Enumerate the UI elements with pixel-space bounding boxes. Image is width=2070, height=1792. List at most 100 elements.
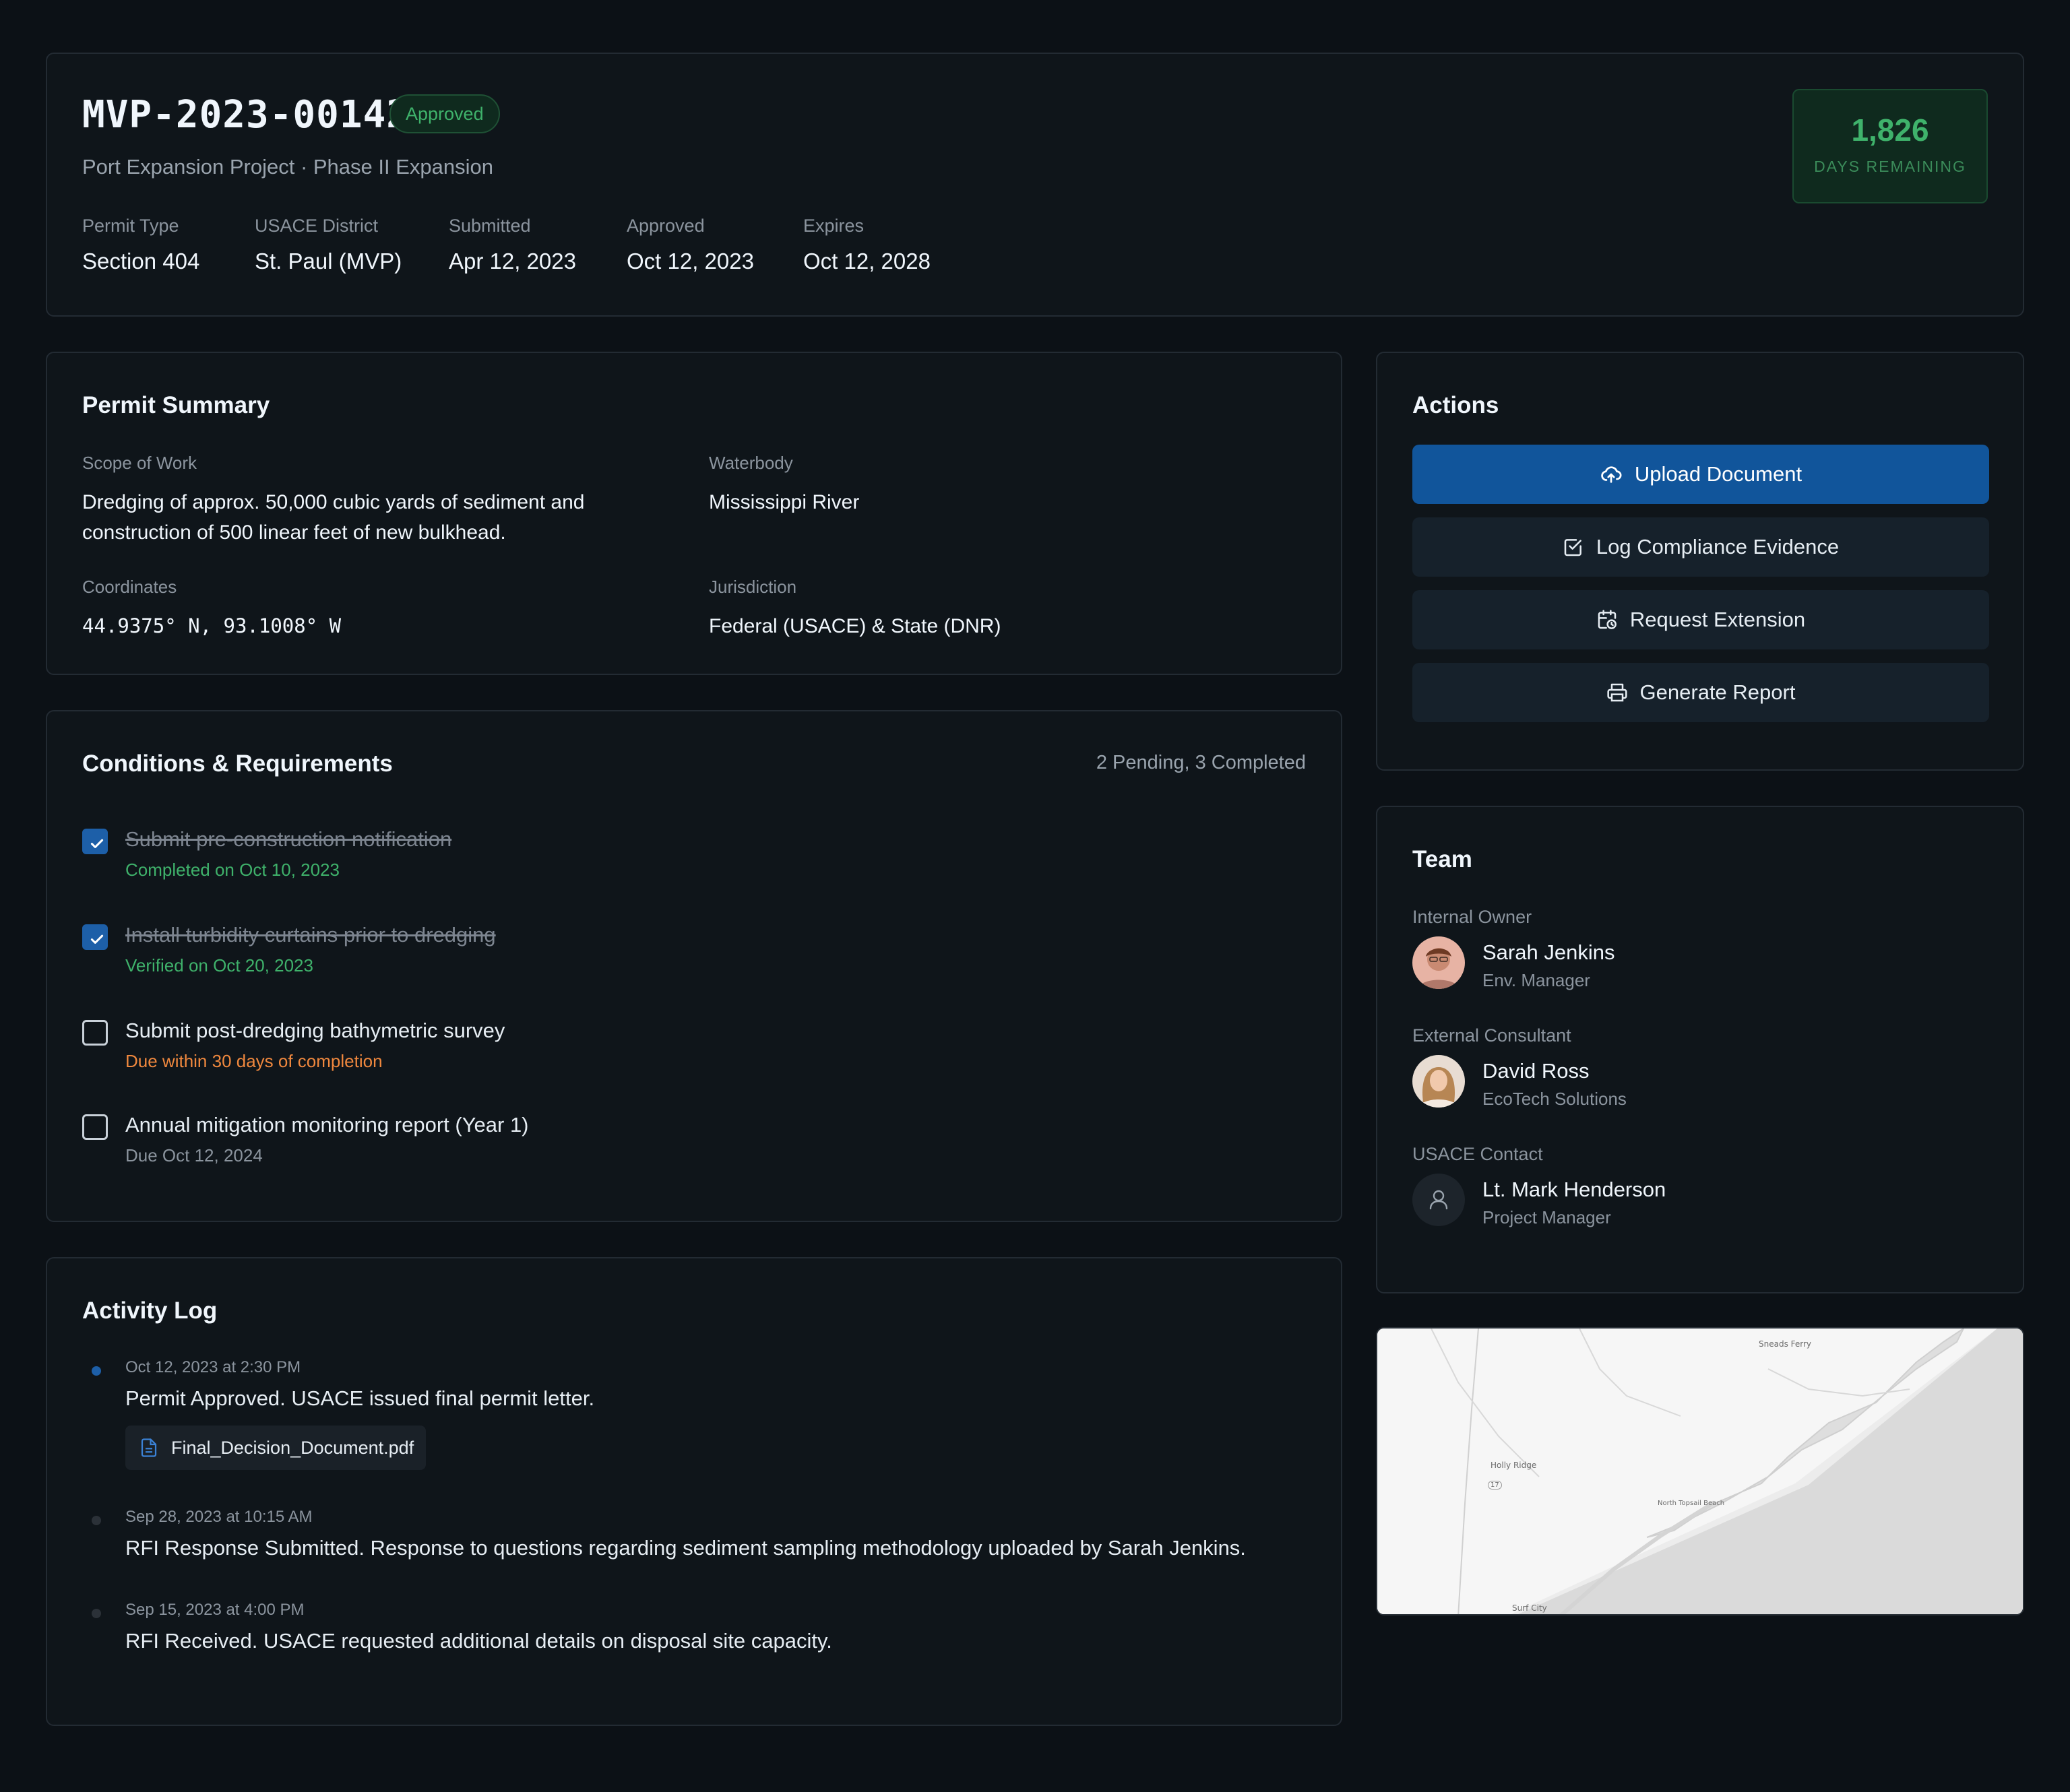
timeline-dot bbox=[92, 1609, 101, 1618]
field-value: Federal (USACE) & State (DNR) bbox=[709, 615, 1001, 637]
timeline-dot bbox=[92, 1516, 101, 1525]
condition-checkbox[interactable] bbox=[82, 1114, 108, 1140]
avatar[interactable] bbox=[1412, 936, 1465, 989]
condition-status: Due Oct 12, 2024 bbox=[125, 1145, 263, 1165]
permit-summary-title: Permit Summary bbox=[82, 392, 270, 418]
activity-message: RFI Received. USACE requested additional… bbox=[125, 1629, 832, 1653]
member-name: David Ross bbox=[1482, 1059, 1590, 1083]
meta-label: USACE District bbox=[255, 216, 379, 236]
map-label: Surf City bbox=[1512, 1603, 1547, 1613]
waterbody-field: Waterbody Mississippi River bbox=[709, 453, 859, 517]
field-label: Coordinates bbox=[82, 577, 177, 597]
condition-status: Completed on Oct 10, 2023 bbox=[125, 860, 340, 880]
check-icon bbox=[90, 839, 104, 848]
activity-message: Permit Approved. USACE issued final perm… bbox=[125, 1386, 595, 1410]
meta-label: Expires bbox=[803, 216, 865, 236]
activity-message: RFI Response Submitted. Response to ques… bbox=[125, 1536, 1246, 1560]
user-icon bbox=[1429, 1190, 1448, 1210]
days-remaining-box: 1,826 DAYS REMAINING bbox=[1792, 89, 1988, 203]
conditions-card: Conditions & Requirements 2 Pending, 3 C… bbox=[46, 710, 1342, 1222]
checkbox-icon bbox=[1564, 539, 1581, 556]
condition-checkbox[interactable] bbox=[82, 924, 108, 950]
printer-icon bbox=[1606, 683, 1627, 702]
status-badge: Approved bbox=[389, 94, 500, 133]
activity-time: Oct 12, 2023 at 2:30 PM bbox=[125, 1358, 301, 1376]
cloud-upload-icon bbox=[1601, 466, 1622, 483]
member-title: Env. Manager bbox=[1482, 970, 1590, 990]
request-extension-label: Request Extension bbox=[1629, 608, 1806, 631]
condition-status: Due within 30 days of completion bbox=[125, 1051, 383, 1071]
condition-checkbox[interactable] bbox=[82, 829, 108, 854]
team-member: External Consultant David Ross EcoTech S… bbox=[1412, 1025, 1627, 1109]
field-value: Mississippi River bbox=[709, 491, 860, 513]
conditions-count: 2 Pending, 3 Completed bbox=[1096, 752, 1306, 773]
team-title: Team bbox=[1412, 846, 1472, 872]
meta-label: Approved bbox=[627, 216, 705, 236]
field-label: Waterbody bbox=[709, 453, 793, 473]
days-remaining-count: 1,826 bbox=[1851, 113, 1929, 148]
member-title: Project Manager bbox=[1482, 1207, 1611, 1227]
meta-expires: Expires Oct 12, 2028 bbox=[803, 216, 931, 274]
map-background bbox=[1377, 1329, 2023, 1614]
scope-of-work-field: Scope of Work Dredging of approx. 50,000… bbox=[82, 453, 675, 548]
route-shield: 17 bbox=[1488, 1481, 1502, 1490]
upload-document-label: Upload Document bbox=[1634, 462, 1802, 486]
meta-approved: Approved Oct 12, 2023 bbox=[627, 216, 754, 274]
meta-permit-type: Permit Type Section 404 bbox=[82, 216, 199, 274]
meta-value: Oct 12, 2023 bbox=[627, 249, 754, 274]
request-extension-button[interactable]: Request Extension bbox=[1412, 590, 1989, 649]
member-role: USACE Contact bbox=[1412, 1144, 1543, 1164]
team-member: USACE Contact Lt. Mark Henderson Project… bbox=[1412, 1144, 1666, 1227]
member-title: EcoTech Solutions bbox=[1482, 1089, 1627, 1109]
permit-header: MVP-2023-00142 Approved Port Expansion P… bbox=[46, 53, 2024, 317]
condition-text: Annual mitigation monitoring report (Yea… bbox=[125, 1113, 529, 1137]
condition-checkbox[interactable] bbox=[82, 1020, 108, 1046]
file-name: Final_Decision_Document.pdf bbox=[171, 1438, 414, 1458]
conditions-title: Conditions & Requirements bbox=[82, 750, 393, 777]
condition-text: Submit post-dredging bathymetric survey bbox=[125, 1019, 505, 1042]
project-subtitle: Port Expansion Project · Phase II Expans… bbox=[82, 155, 493, 179]
timeline-dot bbox=[92, 1366, 101, 1376]
log-compliance-label: Log Compliance Evidence bbox=[1596, 535, 1840, 558]
map-label: North Topsail Beach bbox=[1658, 1500, 1725, 1507]
activity-log-card: Activity Log Oct 12, 2023 at 2:30 PM Per… bbox=[46, 1257, 1342, 1726]
actions-title: Actions bbox=[1412, 392, 1499, 418]
log-compliance-button[interactable]: Log Compliance Evidence bbox=[1412, 517, 1989, 577]
calendar-clock-icon bbox=[1598, 610, 1617, 629]
meta-usace-district: USACE District St. Paul (MVP) bbox=[255, 216, 402, 274]
days-remaining-label: DAYS REMAINING bbox=[1814, 158, 1966, 175]
condition-text: Submit pre-construction notification bbox=[125, 827, 452, 851]
coordinates-field: Coordinates 44.9375° N, 93.1008° W bbox=[82, 577, 341, 641]
location-map[interactable]: Sneads Ferry Holly Ridge North Topsail B… bbox=[1376, 1327, 2024, 1615]
member-name: Sarah Jenkins bbox=[1482, 940, 1615, 964]
activity-time: Sep 15, 2023 at 4:00 PM bbox=[125, 1601, 305, 1619]
meta-label: Submitted bbox=[449, 216, 531, 236]
activity-log-title: Activity Log bbox=[82, 1298, 218, 1324]
meta-value: Oct 12, 2028 bbox=[803, 249, 931, 274]
condition-text: Install turbidity curtains prior to dred… bbox=[125, 923, 496, 947]
check-icon bbox=[90, 934, 104, 944]
field-value: 44.9375° N, 93.1008° W bbox=[82, 614, 342, 637]
file-attachment[interactable]: Final_Decision_Document.pdf bbox=[125, 1426, 427, 1470]
avatar[interactable] bbox=[1412, 1055, 1465, 1108]
team-card: Team Internal Owner Sarah Jenkins Env. M… bbox=[1376, 806, 2024, 1293]
field-label: Scope of Work bbox=[82, 453, 197, 473]
member-name: Lt. Mark Henderson bbox=[1482, 1178, 1666, 1201]
member-role: Internal Owner bbox=[1412, 907, 1532, 927]
avatar[interactable] bbox=[1412, 1174, 1465, 1226]
team-member: Internal Owner Sarah Jenkins Env. Manage… bbox=[1412, 907, 1614, 990]
map-label: Sneads Ferry bbox=[1759, 1339, 1812, 1349]
permit-id: MVP-2023-00142 bbox=[82, 93, 410, 137]
generate-report-label: Generate Report bbox=[1639, 680, 1796, 704]
actions-card: Actions Upload Document Log Compliance E… bbox=[1376, 352, 2024, 771]
meta-value: St. Paul (MVP) bbox=[255, 249, 402, 274]
field-label: Jurisdiction bbox=[709, 577, 797, 597]
avatar-photo bbox=[1412, 936, 1465, 989]
activity-time: Sep 28, 2023 at 10:15 AM bbox=[125, 1508, 313, 1526]
upload-document-button[interactable]: Upload Document bbox=[1412, 445, 1989, 504]
permit-summary-card: Permit Summary Scope of Work Dredging of… bbox=[46, 352, 1342, 675]
meta-label: Permit Type bbox=[82, 216, 179, 236]
condition-status: Verified on Oct 20, 2023 bbox=[125, 955, 313, 975]
generate-report-button[interactable]: Generate Report bbox=[1412, 663, 1989, 722]
meta-submitted: Submitted Apr 12, 2023 bbox=[449, 216, 576, 274]
